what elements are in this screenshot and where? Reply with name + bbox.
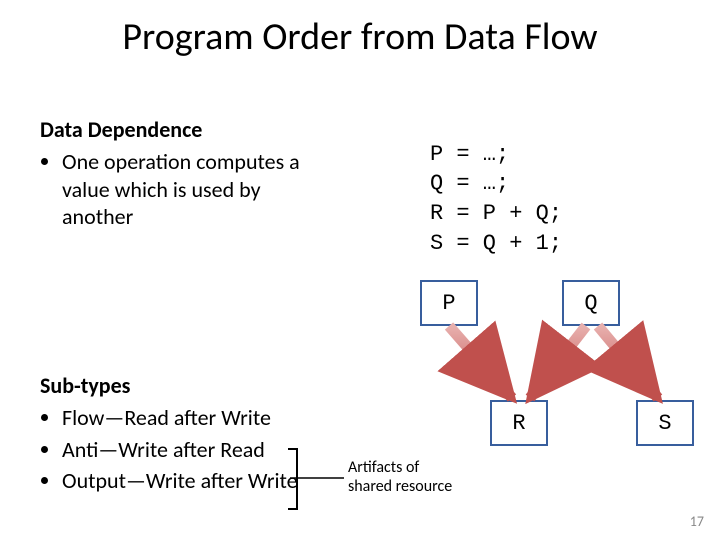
data-dependence-heading: Data Dependence	[40, 116, 202, 143]
slide-title: Program Order from Data Flow	[0, 14, 720, 60]
subtype-anti: Anti—Write after Read	[62, 436, 350, 464]
code-line-2: Q = …;	[430, 171, 509, 196]
node-Q: Q	[562, 280, 620, 326]
artifacts-caption-line1: Artifacts of	[348, 458, 452, 477]
code-line-1: P = …;	[430, 142, 509, 167]
code-line-4: S = Q + 1;	[430, 231, 562, 256]
subtypes-heading: Sub-types	[40, 372, 130, 399]
node-R: R	[490, 400, 548, 446]
node-P: P	[420, 280, 478, 326]
artifacts-caption: Artifacts of shared resource	[348, 458, 452, 496]
page-number: 17	[690, 513, 704, 530]
artifacts-caption-line2: shared resource	[348, 477, 452, 496]
code-line-3: R = P + Q;	[430, 201, 562, 226]
code-block: P = …; Q = …; R = P + Q; S = Q + 1;	[430, 110, 562, 258]
data-dependence-bullet: One operation computes a value which is …	[62, 148, 330, 231]
subtype-output: Output—Write after Write	[62, 467, 350, 495]
subtype-bracket	[288, 448, 298, 510]
node-S: S	[636, 400, 694, 446]
subtype-flow: Flow—Read after Write	[62, 404, 350, 432]
